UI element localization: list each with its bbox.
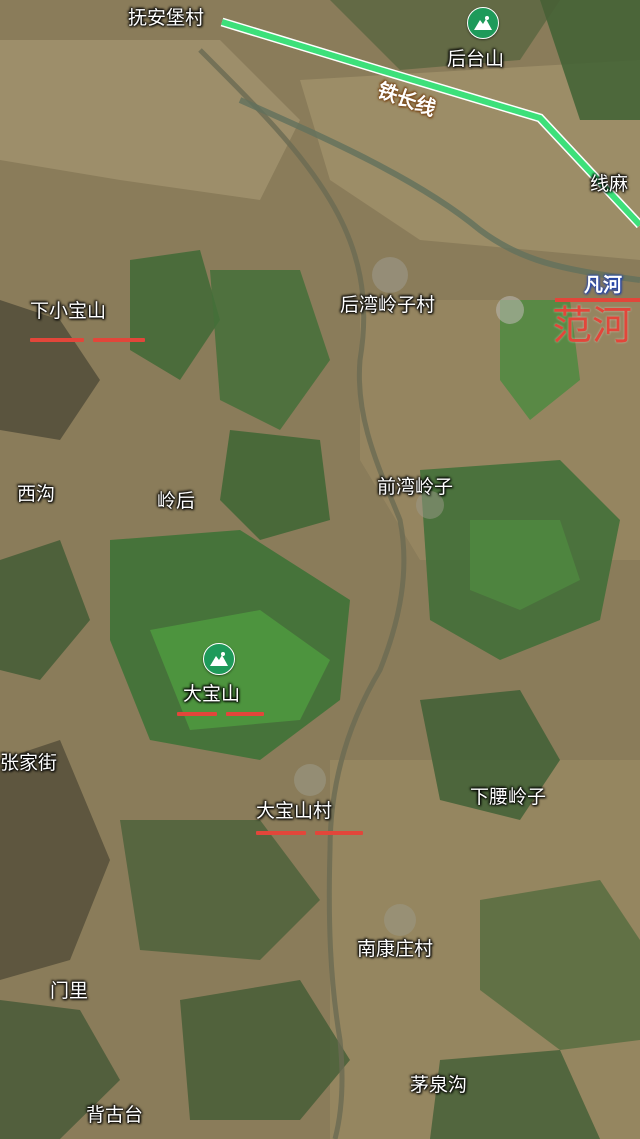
place-label-houtaishan[interactable]: 后台山 — [447, 48, 504, 70]
river-overlay-label: 范河 — [552, 303, 632, 349]
place-label-zhangjiajie[interactable]: 张家街 — [0, 752, 57, 774]
place-label-maoquangou[interactable]: 茅泉沟 — [410, 1074, 467, 1096]
place-label-xianma[interactable]: 线麻 — [590, 173, 628, 195]
highlight-underline — [256, 831, 306, 835]
river-label[interactable]: 凡河 — [584, 270, 622, 297]
place-label-menli[interactable]: 门里 — [50, 980, 88, 1002]
terrain-imagery — [0, 0, 640, 1139]
place-label-beigutai[interactable]: 背古台 — [86, 1104, 143, 1126]
place-label-xiaxiaobaoshan[interactable]: 下小宝山 — [30, 300, 106, 322]
mountain-pin[interactable] — [203, 643, 235, 675]
highlight-underline — [226, 712, 264, 716]
highlight-underline — [30, 338, 84, 342]
place-label-dabaoshancun[interactable]: 大宝山村 — [256, 800, 332, 822]
mountain-pin[interactable] — [467, 7, 499, 39]
place-label-qianwanlingzi[interactable]: 前湾岭子 — [377, 476, 453, 498]
place-label-dabaoshan[interactable]: 大宝山 — [183, 683, 240, 705]
place-label-xiayaolingzi[interactable]: 下腰岭子 — [470, 786, 546, 808]
highlight-underline — [93, 338, 145, 342]
place-label-fuanbao[interactable]: 抚安堡村 — [128, 7, 204, 29]
place-label-xigou[interactable]: 西沟 — [17, 483, 55, 505]
mountain-icon — [474, 16, 492, 30]
highlight-underline — [177, 712, 217, 716]
place-label-houwanlingzi[interactable]: 后湾岭子村 — [340, 294, 435, 316]
satellite-map[interactable]: 铁长线 抚安堡村 后台山 线麻 后湾岭子村 下小宝山 西沟 岭后 前湾岭子 大宝… — [0, 0, 640, 1139]
mountain-icon — [210, 652, 228, 666]
highlight-underline — [315, 831, 363, 835]
river-overlay-underline — [555, 298, 640, 302]
place-label-linghou[interactable]: 岭后 — [157, 490, 195, 512]
place-label-nankangzhuang[interactable]: 南康庄村 — [357, 938, 433, 960]
